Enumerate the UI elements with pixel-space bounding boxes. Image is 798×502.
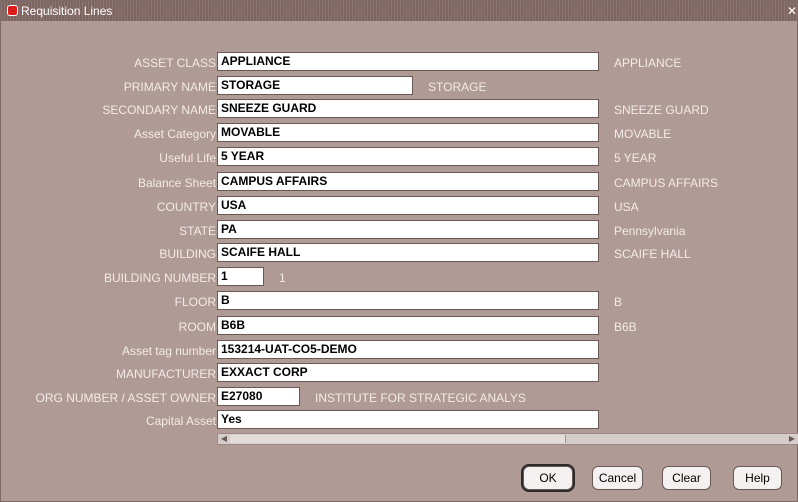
asset-category-row: Asset Category MOVABLE MOVABLE bbox=[1, 123, 798, 144]
horizontal-scrollbar[interactable]: ◀ ▶ bbox=[217, 433, 798, 445]
asset-class-row: ASSET CLASS APPLIANCE APPLIANCE bbox=[1, 52, 798, 73]
floor-row: FLOOR B B bbox=[1, 291, 798, 312]
manufacturer-label: MANUFACTURER bbox=[115, 367, 216, 381]
org-number-description: INSTITUTE FOR STRATEGIC ANALYS bbox=[315, 391, 526, 405]
room-field[interactable]: B6B bbox=[217, 316, 599, 335]
org-number-label: ORG NUMBER / ASSET OWNER bbox=[35, 391, 216, 405]
secondary-name-field[interactable]: SNEEZE GUARD bbox=[217, 99, 599, 118]
capital-asset-row: Capital Asset Yes bbox=[1, 410, 798, 431]
building-number-label: BUILDING NUMBER bbox=[103, 271, 216, 285]
asset-class-field[interactable]: APPLIANCE bbox=[217, 52, 599, 71]
title-bar[interactable]: Requisition Lines ✕ bbox=[1, 1, 798, 21]
useful-life-row: Useful Life 5 YEAR 5 YEAR bbox=[1, 147, 798, 168]
ok-button[interactable]: OK bbox=[523, 466, 573, 490]
primary-name-label: PRIMARY NAME bbox=[123, 80, 216, 94]
floor-field[interactable]: B bbox=[217, 291, 599, 310]
asset-tag-number-field[interactable]: 153214-UAT-CO5-DEMO bbox=[217, 340, 599, 359]
building-description: SCAIFE HALL bbox=[614, 247, 691, 261]
balance-sheet-description: CAMPUS AFFAIRS bbox=[614, 176, 719, 190]
window-title: Requisition Lines bbox=[21, 4, 113, 18]
asset-category-description: MOVABLE bbox=[614, 127, 672, 141]
floor-description: B bbox=[614, 295, 623, 309]
balance-sheet-label: Balance Sheet bbox=[137, 176, 216, 190]
useful-life-description: 5 YEAR bbox=[614, 151, 657, 165]
building-label: BUILDING bbox=[159, 247, 216, 261]
asset-category-label: Asset Category bbox=[133, 127, 216, 141]
requisition-lines-window: Requisition Lines ✕ ASSET CLASS APPLIANC… bbox=[0, 0, 798, 502]
room-row: ROOM B6B B6B bbox=[1, 316, 798, 337]
room-description: B6B bbox=[614, 320, 637, 334]
asset-class-label: ASSET CLASS bbox=[134, 56, 216, 70]
country-field[interactable]: USA bbox=[217, 196, 599, 215]
state-field[interactable]: PA bbox=[217, 220, 599, 239]
room-label: ROOM bbox=[178, 320, 216, 334]
state-row: STATE PA Pennsylvania bbox=[1, 220, 798, 241]
asset-category-field[interactable]: MOVABLE bbox=[217, 123, 599, 142]
primary-name-description: STORAGE bbox=[428, 80, 487, 94]
building-row: BUILDING SCAIFE HALL SCAIFE HALL bbox=[1, 243, 798, 264]
scroll-right-arrow-icon[interactable]: ▶ bbox=[786, 434, 798, 444]
clear-button[interactable]: Clear bbox=[662, 466, 711, 490]
capital-asset-label: Capital Asset bbox=[145, 414, 216, 428]
asset-tag-number-row: Asset tag number 153214-UAT-CO5-DEMO bbox=[1, 340, 798, 361]
asset-tag-number-label: Asset tag number bbox=[121, 344, 216, 358]
building-number-row: BUILDING NUMBER 1 1 bbox=[1, 267, 798, 288]
scrollbar-thumb[interactable] bbox=[230, 435, 566, 443]
state-description: Pennsylvania bbox=[614, 224, 686, 238]
org-number-field[interactable]: E27080 bbox=[217, 387, 300, 406]
manufacturer-field[interactable]: EXXACT CORP bbox=[217, 363, 599, 382]
country-description: USA bbox=[614, 200, 639, 214]
cancel-button[interactable]: Cancel bbox=[592, 466, 643, 490]
useful-life-field[interactable]: 5 YEAR bbox=[217, 147, 599, 166]
building-number-field[interactable]: 1 bbox=[217, 267, 264, 286]
country-label: COUNTRY bbox=[156, 200, 216, 214]
balance-sheet-field[interactable]: CAMPUS AFFAIRS bbox=[217, 172, 599, 191]
floor-label: FLOOR bbox=[174, 295, 216, 309]
primary-name-field[interactable]: STORAGE bbox=[217, 76, 413, 95]
capital-asset-field[interactable]: Yes bbox=[217, 410, 599, 429]
org-number-row: ORG NUMBER / ASSET OWNER E27080 INSTITUT… bbox=[1, 387, 798, 408]
balance-sheet-row: Balance Sheet CAMPUS AFFAIRS CAMPUS AFFA… bbox=[1, 172, 798, 193]
primary-name-row: PRIMARY NAME STORAGE STORAGE bbox=[1, 76, 798, 97]
useful-life-label: Useful Life bbox=[159, 151, 216, 165]
asset-class-description: APPLIANCE bbox=[614, 56, 682, 70]
window-menu-icon[interactable] bbox=[7, 5, 18, 16]
country-row: COUNTRY USA USA bbox=[1, 196, 798, 217]
building-number-description: 1 bbox=[279, 271, 286, 285]
scroll-left-arrow-icon[interactable]: ◀ bbox=[218, 434, 230, 444]
secondary-name-label: SECONDARY NAME bbox=[102, 103, 216, 117]
close-icon[interactable]: ✕ bbox=[787, 1, 797, 21]
secondary-name-description: SNEEZE GUARD bbox=[614, 103, 709, 117]
state-label: STATE bbox=[179, 224, 216, 238]
building-field[interactable]: SCAIFE HALL bbox=[217, 243, 599, 262]
help-button[interactable]: Help bbox=[733, 466, 782, 490]
secondary-name-row: SECONDARY NAME SNEEZE GUARD SNEEZE GUARD bbox=[1, 99, 798, 120]
manufacturer-row: MANUFACTURER EXXACT CORP bbox=[1, 363, 798, 384]
